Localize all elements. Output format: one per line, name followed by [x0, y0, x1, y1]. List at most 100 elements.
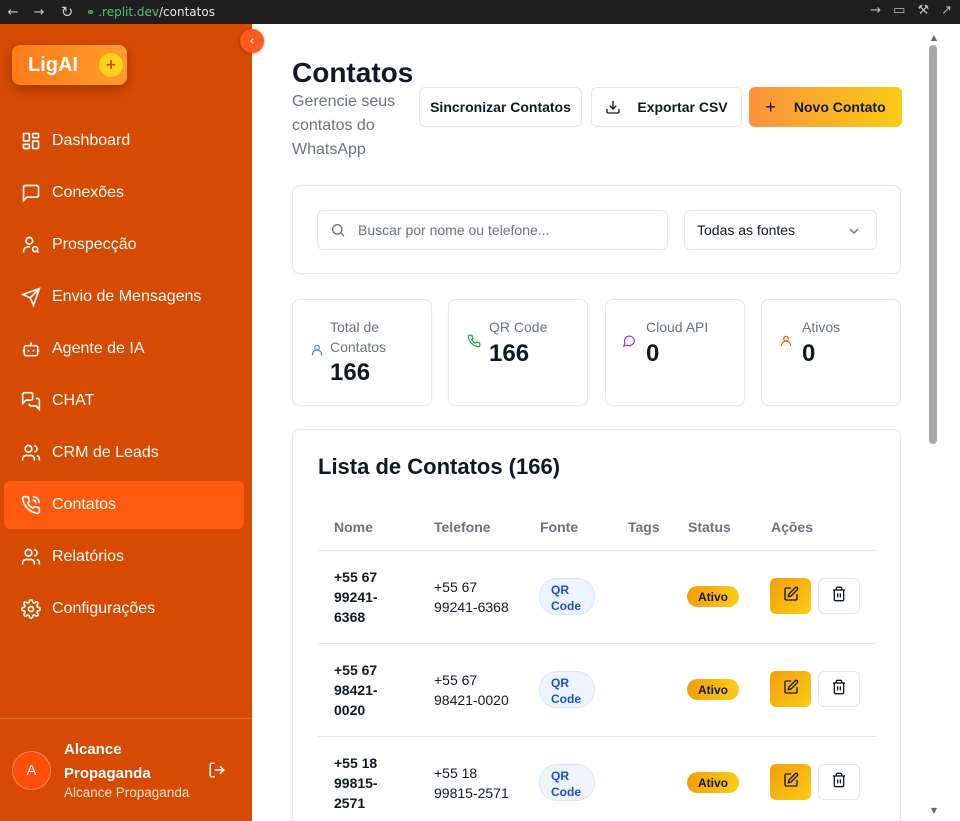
- sidebar-item-label: CHAT: [52, 392, 95, 409]
- new-contact-label: Novo Contato: [793, 99, 886, 115]
- search-input[interactable]: [358, 222, 648, 238]
- stat-value: 166: [330, 359, 371, 386]
- gear-icon: [20, 598, 42, 620]
- scrollbar-thumb[interactable]: [929, 45, 937, 444]
- status-badge: Ativo: [687, 772, 739, 793]
- contact-name: +55 18 99815-2571: [334, 755, 378, 811]
- table-header: Nome Telefone Fonte Tags Status Ações: [318, 507, 877, 551]
- monitor-icon[interactable]: ▭: [893, 3, 905, 18]
- chevron-down-icon: [846, 223, 862, 239]
- download-icon: [605, 99, 621, 115]
- url-domain: .replit.dev: [98, 5, 159, 19]
- logout-icon[interactable]: [208, 761, 228, 781]
- table-row: +55 67 99241-6368 +55 67 99241-6368 QR C…: [318, 551, 877, 644]
- table-row: +55 67 98421-0020 +55 67 98421-0020 QR C…: [318, 644, 877, 737]
- delete-button[interactable]: [818, 764, 860, 800]
- search-box[interactable]: [317, 210, 668, 250]
- contacts-list-title: Lista de Contatos (166): [318, 454, 561, 479]
- user-name: Alcance Propaganda: [64, 741, 151, 782]
- stat-card-ativos: Ativos 0: [761, 299, 901, 406]
- app-logo[interactable]: LigAI +: [12, 45, 127, 85]
- sidebar-item-label: Conexões: [52, 184, 125, 201]
- contacts-list-card: Lista de Contatos (166) Nome Telefone Fo…: [292, 429, 901, 821]
- sync-contacts-button[interactable]: Sincronizar Contatos: [419, 87, 582, 127]
- sidebar-item-envio-mensagens[interactable]: Envio de Mensagens: [4, 273, 244, 321]
- stat-label: QR Code: [489, 319, 548, 335]
- contact-name: +55 67 99241-6368: [334, 569, 378, 625]
- go-arrow-icon[interactable]: →: [870, 3, 881, 18]
- user-search-icon: [20, 234, 42, 256]
- plus-icon: +: [765, 96, 776, 117]
- contact-phone: +55 67 99241-6368: [434, 579, 509, 615]
- sidebar-item-agente-ia[interactable]: Agente de IA: [4, 325, 244, 373]
- chevron-left-icon: ‹: [249, 33, 255, 49]
- send-icon: [20, 286, 42, 308]
- sidebar-item-label: Contatos: [52, 496, 117, 513]
- page-title: Contatos: [292, 57, 414, 88]
- forward-arrow-icon[interactable]: →: [30, 5, 48, 20]
- user-check-icon: [779, 334, 793, 348]
- url-path: /contatos: [159, 5, 215, 19]
- sidebar-item-chat[interactable]: CHAT: [4, 377, 244, 425]
- layout-grid-icon: [20, 130, 42, 152]
- filter-card: Todas as fontes: [292, 185, 901, 274]
- message-circle-icon: [622, 334, 636, 348]
- reload-icon[interactable]: ↻: [58, 3, 76, 21]
- user-subtitle: Alcance Propaganda: [64, 785, 190, 800]
- delete-button[interactable]: [818, 671, 860, 707]
- sidebar-divider: [0, 718, 252, 719]
- user-icon: [310, 343, 324, 357]
- sidebar-item-contatos[interactable]: Contatos: [4, 481, 244, 529]
- column-header-acoes: Ações: [771, 519, 814, 535]
- contact-phone: +55 18 99815-2571: [434, 765, 509, 801]
- sidebar-item-conexoes[interactable]: Conexões: [4, 169, 244, 217]
- edit-button[interactable]: [770, 671, 811, 707]
- stat-card-qr-code: QR Code 166: [448, 299, 588, 406]
- open-external-icon[interactable]: ↗: [941, 3, 952, 18]
- phone-icon: [467, 334, 481, 348]
- wrench-icon[interactable]: ⚒: [917, 3, 929, 18]
- source-select-value: Todas as fontes: [697, 222, 796, 238]
- scroll-down-arrow-icon[interactable]: ▼: [928, 806, 940, 816]
- edit-button[interactable]: [770, 578, 811, 614]
- column-header-fonte: Fonte: [540, 519, 579, 535]
- source-badge: QR Code: [539, 671, 595, 708]
- contact-name: +55 67 98421-0020: [334, 662, 378, 718]
- sidebar-item-relatorios[interactable]: Relatórios: [4, 533, 244, 581]
- sidebar-item-crm-leads[interactable]: CRM de Leads: [4, 429, 244, 477]
- sidebar-item-dashboard[interactable]: Dashboard: [4, 117, 244, 165]
- back-arrow-icon[interactable]: ←: [4, 5, 22, 20]
- stat-label: Total de Contatos: [330, 319, 387, 355]
- trash-icon: [831, 679, 847, 700]
- collapse-sidebar-button[interactable]: ‹: [240, 29, 264, 53]
- message-square-icon: [20, 182, 42, 204]
- scroll-up-arrow-icon[interactable]: ▲: [928, 33, 940, 43]
- column-header-status: Status: [688, 519, 731, 535]
- site-info-icon[interactable]: ⚭: [86, 6, 95, 19]
- sidebar-item-label: Configurações: [52, 600, 156, 617]
- source-badge: QR Code: [539, 578, 595, 615]
- sidebar-item-label: Dashboard: [52, 132, 131, 149]
- contact-phone: +55 67 98421-0020: [434, 672, 509, 708]
- status-badge: Ativo: [687, 679, 739, 700]
- avatar[interactable]: A: [12, 751, 51, 790]
- edit-button[interactable]: [770, 764, 811, 800]
- delete-button[interactable]: [818, 578, 860, 614]
- source-select[interactable]: Todas as fontes: [684, 210, 877, 250]
- sidebar: LigAI + Dashboard Conexões Prospecção En…: [0, 24, 252, 821]
- users-report-icon: [20, 546, 42, 568]
- sidebar-item-label: CRM de Leads: [52, 444, 159, 461]
- address-bar[interactable]: ⚭ .replit.dev /contatos: [86, 5, 215, 19]
- edit-icon: [783, 586, 799, 607]
- users-icon: [20, 442, 42, 464]
- stat-card-total: Total de Contatos 166: [292, 299, 432, 406]
- sidebar-item-configuracoes[interactable]: Configurações: [4, 585, 244, 633]
- sidebar-item-label: Envio de Mensagens: [52, 288, 202, 305]
- sidebar-item-prospeccao[interactable]: Prospecção: [4, 221, 244, 269]
- search-icon: [330, 222, 346, 238]
- edit-icon: [783, 772, 799, 793]
- new-contact-button[interactable]: + Novo Contato: [749, 87, 902, 127]
- source-badge: QR Code: [539, 764, 595, 801]
- export-csv-button[interactable]: Exportar CSV: [591, 87, 742, 127]
- trash-icon: [831, 772, 847, 793]
